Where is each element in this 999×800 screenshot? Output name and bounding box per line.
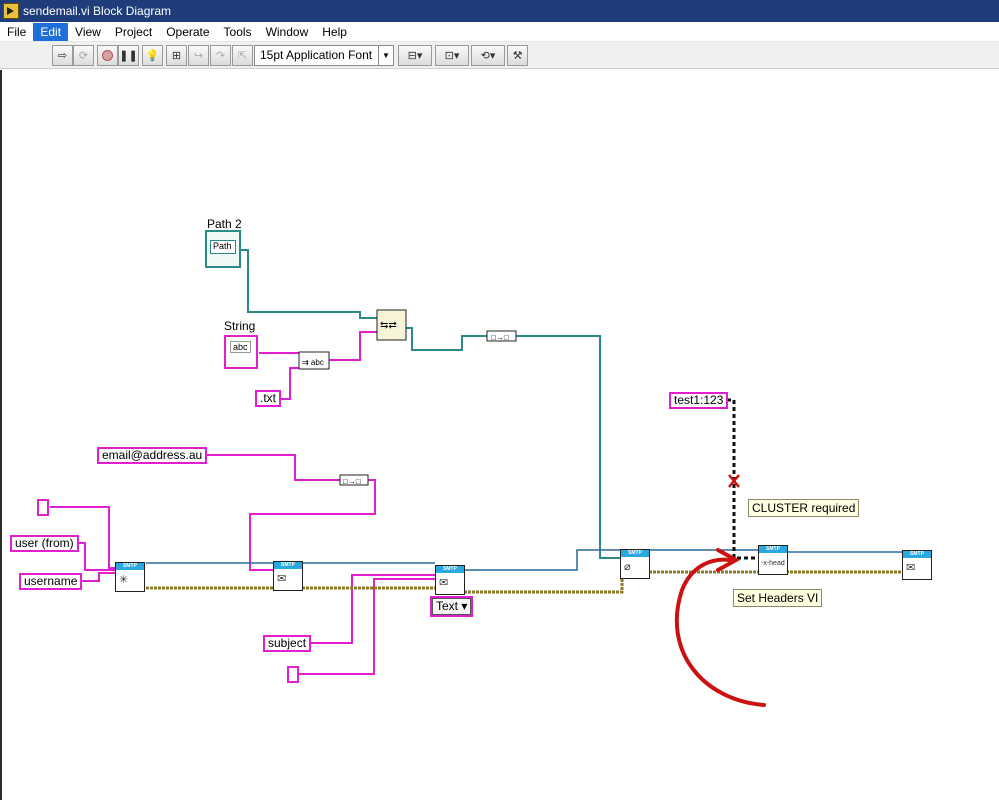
font-select[interactable]: 15pt Application Font ▼ (254, 45, 394, 66)
string-wire (307, 574, 435, 644)
step-into-icon[interactable]: ↪ (188, 45, 209, 66)
cluster-required-tooltip: CLUSTER required (748, 499, 860, 517)
menu-view[interactable]: View (68, 23, 108, 41)
svg-text:⇆⇄: ⇆⇄ (380, 320, 397, 331)
string-control[interactable]: abc (224, 335, 258, 369)
cluster-wire (464, 568, 624, 594)
smtp-add-recipient-node[interactable]: SMTP ✉ (273, 561, 303, 591)
smtp-add-attachment-node[interactable]: SMTP ⌀ (620, 549, 650, 579)
run-arrow-icon[interactable]: ⇨ (52, 45, 73, 66)
toolbar: ⇨ ⟳ ❚❚ 💡 ⊞ ↪ ↷ ⇱ 15pt Application Font ▼… (0, 42, 999, 69)
smtp-header: SMTP (116, 563, 144, 570)
align-objects-icon[interactable]: ⊟▾ (398, 45, 432, 66)
path-wire (516, 335, 620, 559)
retain-wire-values-icon[interactable]: ⊞ (166, 45, 187, 66)
step-out-icon[interactable]: ⇱ (232, 45, 253, 66)
block-diagram-canvas[interactable]: ⇉ abc ⇆⇄ □→□ □→□ Path 2 Path String abc … (0, 70, 999, 800)
path-control[interactable]: Path (210, 240, 236, 254)
svg-text:□→□: □→□ (491, 333, 509, 342)
path-wire (240, 249, 377, 319)
smtp-header: SMTP (621, 550, 649, 557)
string-wire (279, 367, 299, 400)
txt-constant[interactable]: .txt (255, 390, 282, 407)
string-terminal-text: abc (230, 341, 251, 353)
subject-constant[interactable]: subject (263, 635, 312, 652)
smtp-set-headers-node[interactable]: SMTP -x-head (758, 545, 788, 575)
path-wire (406, 327, 487, 351)
empty-string-constant-2[interactable] (287, 666, 299, 683)
menu-window[interactable]: Window (259, 23, 316, 41)
envelope-icon: ✉ (906, 562, 916, 574)
smtp-header: SMTP (903, 551, 931, 558)
title-bar: sendemail.vi Block Diagram (0, 0, 999, 22)
annotation-arrow (674, 557, 766, 707)
smtp-header: SMTP (759, 546, 787, 553)
smtp-open-session-node[interactable]: SMTP ✳ (115, 562, 145, 592)
clean-up-diagram-icon[interactable]: ⚒ (507, 45, 528, 66)
menu-help[interactable]: Help (315, 23, 354, 41)
envelope-icon: ✉ (277, 573, 287, 585)
pause-icon[interactable]: ❚❚ (118, 45, 139, 66)
broken-wire (720, 398, 758, 560)
distribute-objects-icon[interactable]: ⊡▾ (435, 45, 469, 66)
svg-text:□→□: □→□ (343, 477, 361, 486)
username-constant[interactable]: username (19, 573, 83, 590)
abort-icon[interactable] (97, 45, 118, 66)
path-terminal-text: Path (213, 241, 232, 251)
string-wire (249, 479, 376, 571)
text-ring-constant[interactable]: Text ▾ (432, 598, 472, 615)
window-title: sendemail.vi Block Diagram (23, 4, 172, 18)
menu-tools[interactable]: Tools (217, 23, 259, 41)
font-select-value: 15pt Application Font (260, 48, 373, 62)
reorder-icon[interactable]: ⟲▾ (471, 45, 505, 66)
email-constant[interactable]: email@address.au (97, 447, 208, 464)
menu-project[interactable]: Project (108, 23, 159, 41)
menu-file[interactable]: File (0, 23, 33, 41)
set-headers-tooltip: Set Headers VI (733, 589, 823, 607)
empty-string-constant-1[interactable] (37, 499, 49, 516)
highlight-execution-icon[interactable]: 💡 (142, 45, 163, 66)
string-wire (299, 578, 435, 675)
string-control-label: String (224, 319, 256, 333)
string-wire (77, 572, 115, 582)
string-wire (329, 331, 377, 361)
run-continuously-icon[interactable]: ⟳ (73, 45, 94, 66)
svg-text:⇉ abc: ⇉ abc (302, 358, 324, 367)
chevron-down-icon: ▾ (461, 599, 468, 613)
path-control-label: Path 2 (207, 217, 242, 231)
reference-wire (464, 549, 620, 571)
menu-operate[interactable]: Operate (159, 23, 216, 41)
text-ring-value: Text (436, 599, 459, 613)
labview-icon (3, 3, 19, 19)
smtp-header: SMTP (274, 562, 302, 569)
envelope-icon: ✉ (439, 577, 449, 589)
menu-bar: File Edit View Project Operate Tools Win… (0, 22, 999, 42)
menu-edit[interactable]: Edit (33, 22, 69, 41)
set-headers-glyph: -x-head (761, 560, 785, 567)
test-header-constant[interactable]: test1:123 (669, 392, 729, 409)
smtp-header: SMTP (436, 566, 464, 573)
new-document-icon: ✳ (119, 574, 129, 586)
chevron-down-icon: ▼ (378, 46, 393, 65)
string-wire (196, 454, 340, 481)
smtp-send-node[interactable]: SMTP ✉ (902, 550, 932, 580)
wires-layer: ⇉ abc ⇆⇄ □→□ □→□ (50, 230, 902, 707)
from-constant[interactable]: user (from) (10, 535, 79, 552)
step-over-icon[interactable]: ↷ (210, 45, 231, 66)
paperclip-icon: ⌀ (624, 561, 631, 573)
smtp-set-body-node[interactable]: SMTP ✉ (435, 565, 465, 595)
